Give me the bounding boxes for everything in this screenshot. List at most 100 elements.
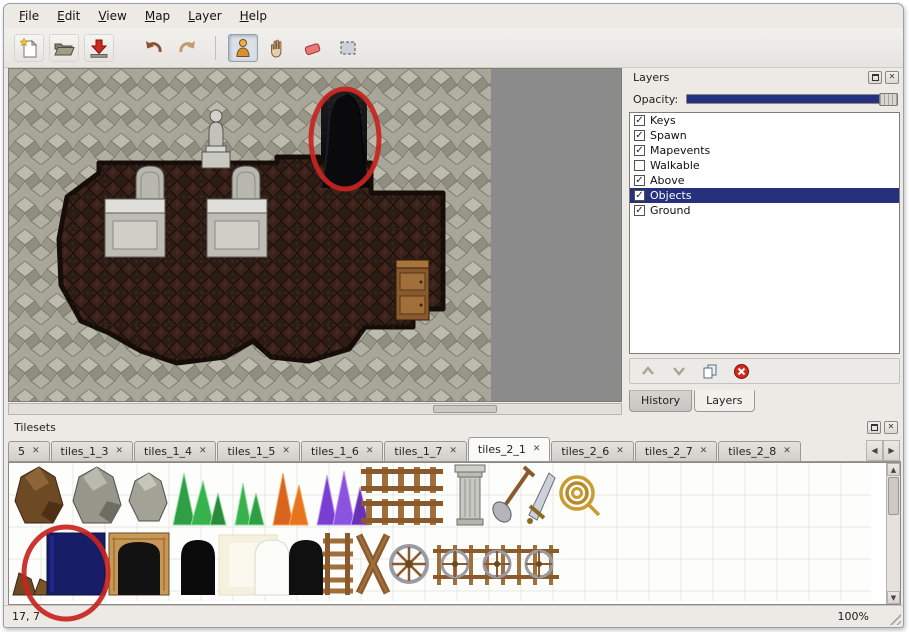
- new-map-button[interactable]: [14, 34, 44, 62]
- hand-tool-button[interactable]: [263, 34, 293, 62]
- tileset-tab-4[interactable]: tiles_1_6✕: [301, 441, 383, 461]
- cursor-coordinates: 17, 7: [12, 610, 40, 623]
- layer-row-walkable[interactable]: ✓ Walkable: [630, 158, 899, 173]
- menu-help[interactable]: Help: [231, 5, 276, 27]
- map-canvas[interactable]: [9, 69, 621, 401]
- menu-file[interactable]: File: [10, 5, 48, 27]
- menu-edit[interactable]: Edit: [48, 5, 89, 27]
- layer-checkbox[interactable]: ✓: [634, 190, 645, 201]
- layer-checkbox[interactable]: ✓: [634, 175, 645, 186]
- tileset-tab-6[interactable]: tiles_2_1✕: [468, 437, 550, 461]
- map-tombstone-right: [232, 166, 260, 199]
- opacity-slider[interactable]: [686, 94, 898, 104]
- tileset-tab-8[interactable]: tiles_2_7✕: [635, 441, 717, 461]
- tab-close-icon[interactable]: ✕: [282, 447, 290, 456]
- entity-tool-button[interactable]: [228, 34, 258, 62]
- selection-icon: [337, 37, 359, 59]
- tab-close-icon[interactable]: ✕: [700, 447, 708, 456]
- layer-duplicate-button[interactable]: [700, 361, 720, 381]
- save-button[interactable]: [84, 34, 114, 62]
- redo-button[interactable]: [173, 34, 203, 62]
- tileset-vertical-scrollbar[interactable]: ▲ ▼: [886, 463, 900, 604]
- layer-name: Above: [650, 174, 685, 187]
- new-document-icon: [18, 37, 40, 59]
- map-view[interactable]: [8, 68, 622, 402]
- tileset-tab-scroll: ◀ ▶: [866, 440, 900, 461]
- layer-move-up-button[interactable]: [638, 361, 658, 381]
- resize-grip[interactable]: [887, 611, 901, 625]
- select-tool-button[interactable]: [333, 34, 363, 62]
- scroll-down-icon[interactable]: ▼: [887, 591, 900, 604]
- layers-close-icon[interactable]: ✕: [885, 71, 899, 84]
- tileset-tab-3[interactable]: tiles_1_5✕: [217, 441, 299, 461]
- layers-panel-tabs: History Layers: [629, 390, 757, 412]
- tileset-tab-9[interactable]: tiles_2_8✕: [718, 441, 800, 461]
- tileset-tab-0[interactable]: 5✕: [8, 441, 50, 461]
- tab-close-icon[interactable]: ✕: [199, 447, 207, 456]
- open-button[interactable]: [49, 34, 79, 62]
- layer-name: Keys: [650, 114, 676, 127]
- layer-actions-toolbar: [629, 358, 900, 384]
- map-tombstone-left: [136, 166, 164, 199]
- map-hscroll-thumb[interactable]: [433, 405, 497, 413]
- opacity-label: Opacity:: [633, 93, 678, 106]
- opacity-slider-handle[interactable]: [879, 93, 898, 106]
- tileset-content: ▲ ▼: [8, 462, 901, 605]
- tileset-tab-7[interactable]: tiles_2_6✕: [551, 441, 633, 461]
- layer-row-mapevents[interactable]: ✓ Mapevents: [630, 143, 899, 158]
- screenshot-root: File Edit View Map Layer Help: [0, 0, 909, 632]
- tilesets-float-icon[interactable]: [867, 421, 881, 434]
- layer-checkbox[interactable]: ✓: [634, 130, 645, 141]
- tilesets-close-icon[interactable]: ✕: [884, 421, 898, 434]
- menu-layer[interactable]: Layer: [179, 5, 230, 27]
- tile-wooden-doorway[interactable]: [109, 533, 169, 595]
- tab-close-icon[interactable]: ✕: [533, 445, 541, 454]
- tab-close-icon[interactable]: ✕: [783, 447, 791, 456]
- layer-name: Spawn: [650, 129, 687, 142]
- tab-scroll-left-icon[interactable]: ◀: [866, 440, 883, 461]
- tile-pale-arch[interactable]: [255, 540, 289, 595]
- layer-row-keys[interactable]: ✓ Keys: [630, 113, 899, 128]
- tile-wheel-large[interactable]: [391, 546, 427, 582]
- layer-checkbox[interactable]: ✓: [634, 145, 645, 156]
- menu-map[interactable]: Map: [136, 5, 179, 27]
- tab-close-icon[interactable]: ✕: [616, 447, 624, 456]
- tab-layers[interactable]: Layers: [694, 390, 754, 412]
- tileset-tab-2[interactable]: tiles_1_4✕: [134, 441, 216, 461]
- layers-float-icon[interactable]: [868, 71, 882, 84]
- layer-checkbox[interactable]: ✓: [634, 115, 645, 126]
- tab-history[interactable]: History: [629, 390, 692, 412]
- tile-track-with-wheels[interactable]: [433, 545, 559, 585]
- save-icon: [88, 37, 110, 59]
- layer-checkbox[interactable]: ✓: [634, 160, 645, 171]
- map-cabinet: [396, 260, 429, 320]
- tile-black-arch-2[interactable]: [289, 540, 323, 595]
- map-altar-right: [207, 199, 267, 257]
- layer-row-above[interactable]: ✓ Above: [630, 173, 899, 188]
- scroll-up-icon[interactable]: ▲: [887, 463, 900, 476]
- eraser-tool-button[interactable]: [298, 34, 328, 62]
- hand-icon: [267, 37, 289, 59]
- layer-delete-button[interactable]: [731, 361, 751, 381]
- tab-close-icon[interactable]: ✕: [32, 447, 40, 456]
- layer-row-spawn[interactable]: ✓ Spawn: [630, 128, 899, 143]
- tileset-tab-5[interactable]: tiles_1_7✕: [384, 441, 466, 461]
- tileset-tab-1[interactable]: tiles_1_3✕: [51, 441, 133, 461]
- tileset-vscroll-thumb[interactable]: [888, 477, 899, 515]
- tab-close-icon[interactable]: ✕: [366, 447, 374, 456]
- layer-row-objects[interactable]: ✓ Objects: [630, 188, 899, 203]
- tile-pillar[interactable]: [455, 465, 485, 525]
- open-folder-icon: [53, 37, 75, 59]
- menu-view[interactable]: View: [89, 5, 135, 27]
- layer-move-down-button[interactable]: [669, 361, 689, 381]
- layer-checkbox[interactable]: ✓: [634, 205, 645, 216]
- tile-blue-door[interactable]: [47, 533, 105, 595]
- layer-row-ground[interactable]: ✓ Ground: [630, 203, 899, 218]
- tab-close-icon[interactable]: ✕: [449, 447, 457, 456]
- tileset-canvas[interactable]: [9, 463, 871, 601]
- map-horizontal-scrollbar[interactable]: [8, 403, 622, 415]
- undo-button[interactable]: [138, 34, 168, 62]
- tab-scroll-right-icon[interactable]: ▶: [883, 440, 900, 461]
- tab-close-icon[interactable]: ✕: [115, 447, 123, 456]
- tile-black-arch[interactable]: [181, 540, 215, 595]
